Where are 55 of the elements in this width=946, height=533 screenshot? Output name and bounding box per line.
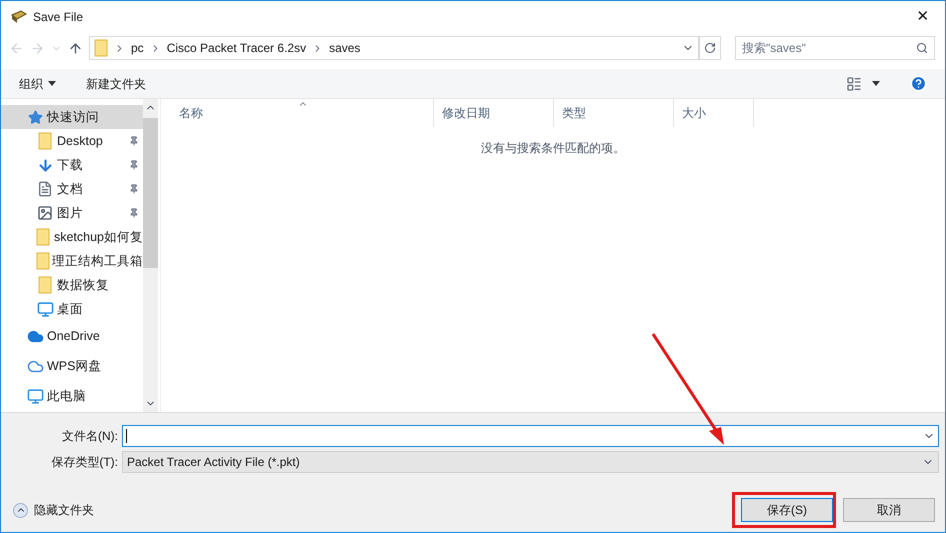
nav-item[interactable]: OneDrive bbox=[1, 321, 143, 351]
app-icon bbox=[11, 10, 27, 24]
nav-item[interactable]: 快速访问 bbox=[1, 105, 143, 129]
column-header[interactable]: 修改日期 bbox=[434, 99, 554, 127]
field-label: 保存类型(T): bbox=[50, 454, 119, 471]
search-icon bbox=[916, 42, 928, 54]
folder-icon bbox=[38, 276, 52, 294]
nav-item[interactable]: 图片 bbox=[1, 201, 143, 225]
folder-icon bbox=[94, 39, 108, 57]
column-header[interactable]: 类型 bbox=[554, 99, 674, 127]
document-icon bbox=[37, 181, 53, 197]
nav-item[interactable]: 理正结构工具箱 bbox=[1, 249, 143, 273]
window-title: Save File bbox=[33, 9, 84, 26]
download-icon bbox=[36, 156, 54, 174]
filename-field[interactable] bbox=[122, 425, 939, 447]
breadcrumb[interactable]: pc bbox=[131, 39, 144, 57]
image-icon bbox=[37, 205, 53, 221]
nav-item[interactable]: Desktop bbox=[1, 129, 143, 153]
empty-message: 没有与搜索条件匹配的项。 bbox=[481, 140, 625, 157]
nav-item[interactable]: 桌面 bbox=[1, 297, 143, 321]
folder-icon bbox=[38, 132, 52, 150]
nav-item[interactable]: WPS网盘 bbox=[1, 351, 143, 381]
breadcrumb[interactable]: Cisco Packet Tracer 6.2sv bbox=[166, 39, 306, 57]
hide-folders-toggle[interactable]: 隐藏文件夹 bbox=[34, 501, 94, 519]
nav-item[interactable]: 文档 bbox=[1, 177, 143, 201]
caret-icon bbox=[48, 81, 56, 86]
refresh-icon bbox=[704, 42, 716, 54]
up-icon[interactable] bbox=[68, 40, 83, 56]
dialog-button[interactable]: 保存(S) bbox=[741, 498, 833, 522]
folder-icon bbox=[36, 252, 50, 270]
refresh-button[interactable] bbox=[699, 36, 721, 60]
dialog-button[interactable]: 取消 bbox=[843, 498, 935, 522]
caret-icon[interactable] bbox=[872, 81, 880, 86]
column-header[interactable]: 大小 bbox=[674, 99, 754, 127]
new-folder-button[interactable]: 新建文件夹 bbox=[86, 74, 146, 92]
search-field[interactable]: 搜索"saves" bbox=[735, 36, 935, 60]
column-header[interactable]: 名称 bbox=[161, 99, 434, 127]
folder-icon bbox=[36, 228, 50, 246]
desktop-icon bbox=[36, 300, 54, 318]
collapse-icon[interactable] bbox=[13, 502, 28, 518]
star-icon bbox=[28, 110, 42, 124]
field-label: 文件名(N): bbox=[61, 428, 119, 445]
computer-icon bbox=[26, 388, 44, 404]
file-type-dropdown[interactable]: Packet Tracer Activity File (*.pkt) bbox=[122, 451, 939, 473]
view-icon[interactable] bbox=[846, 76, 862, 92]
address-bar[interactable]: pc Cisco Packet Tracer 6.2sv saves bbox=[89, 36, 699, 60]
nav-item[interactable]: 数据恢复 bbox=[1, 273, 143, 297]
breadcrumb[interactable]: saves bbox=[329, 39, 360, 57]
nav-item[interactable]: sketchup如何复 bbox=[1, 225, 143, 249]
scroll-thumb[interactable] bbox=[143, 118, 158, 268]
help-icon[interactable] bbox=[910, 75, 927, 92]
close-button[interactable]: ✕ bbox=[901, 2, 945, 32]
nav-item[interactable]: 此电脑 bbox=[1, 381, 143, 411]
nav-item[interactable]: 下载 bbox=[1, 153, 143, 177]
organize-menu[interactable]: 组织 bbox=[19, 74, 56, 92]
